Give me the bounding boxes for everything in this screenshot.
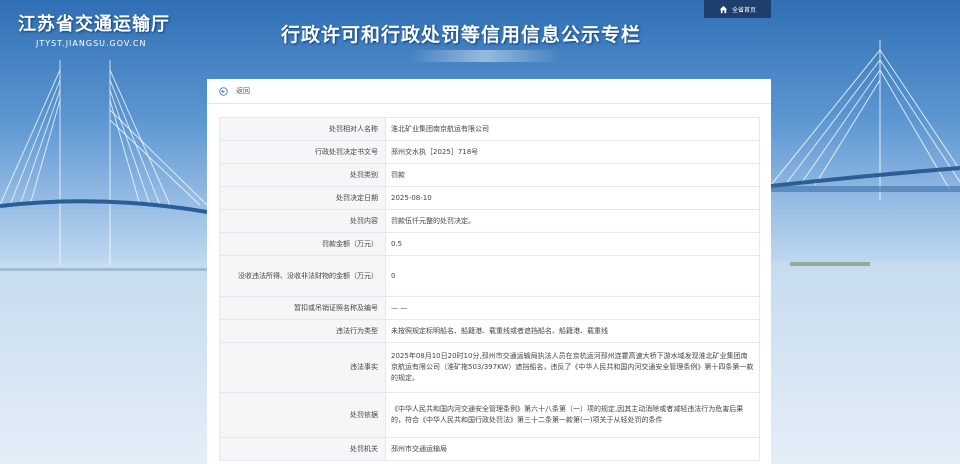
- banner-subtitle-decoration: [410, 50, 560, 62]
- site-logo[interactable]: 江苏省交通运输厅 JTYST.JIANGSU.GOV.CN: [18, 10, 188, 48]
- row-label: 处罚机关: [219, 437, 386, 461]
- table-row: 处罚决定日期 2025-08-10: [219, 186, 760, 210]
- penalty-detail-table: 处罚相对人名称 淮北矿业集团南京航运有限公司 行政处罚决定书文号 邳州交水执［2…: [219, 117, 760, 461]
- row-label: 处罚决定日期: [219, 186, 386, 210]
- row-label: 没收违法所得、没收非法财物的金额（万元）: [219, 255, 386, 297]
- row-value: 罚款伍仟元整的处罚决定。: [385, 209, 760, 233]
- row-label: 处罚相对人名称: [219, 117, 386, 141]
- detail-panel: 返回 处罚相对人名称 淮北矿业集团南京航运有限公司 行政处罚决定书文号 邳州交水…: [207, 79, 771, 464]
- back-button[interactable]: 返回: [236, 86, 250, 96]
- row-label: 处罚依据: [219, 392, 386, 438]
- table-row: 处罚内容 罚款伍仟元整的处罚决定。: [219, 209, 760, 233]
- banner-title: 行政许可和行政处罚等信用信息公示专栏: [281, 24, 642, 46]
- table-row: 行政处罚决定书文号 邳州交水执［2025］718号: [219, 140, 760, 164]
- row-label: 暂扣或吊销证照名称及编号: [219, 296, 386, 320]
- row-label: 违法行为类型: [219, 319, 386, 343]
- home-icon: [719, 5, 728, 13]
- home-link-label: 全省首页: [731, 6, 756, 14]
- back-bar: 返回: [207, 79, 771, 104]
- row-value: 2025-08-10: [385, 186, 760, 210]
- site-logo-en: JTYST.JIANGSU.GOV.CN: [36, 39, 147, 48]
- site-logo-cn: 江苏省交通运输厅: [18, 14, 170, 35]
- row-label: 罚款金额（万元）: [219, 232, 386, 256]
- table-row: 违法行为类型 未按照规定标明船名、船籍港、载重线或者遮挡船名、船籍港、载重线: [219, 319, 760, 343]
- row-label: 违法事实: [219, 342, 386, 393]
- table-row: 违法事实 2025年08月10日20时10分,邳州市交通运输局执法人员在京杭运河…: [219, 342, 760, 393]
- row-value: 罚款: [385, 163, 760, 187]
- table-row: 处罚类别 罚款: [219, 163, 760, 187]
- table-row: 暂扣或吊销证照名称及编号 — —: [219, 296, 760, 320]
- back-arrow-icon[interactable]: [219, 86, 228, 96]
- row-value: 0: [385, 255, 760, 297]
- row-value: 0.5: [385, 232, 760, 256]
- row-value: 淮北矿业集团南京航运有限公司: [385, 117, 760, 141]
- table-row: 处罚机关 邳州市交通运输局: [219, 437, 760, 461]
- row-label: 处罚类别: [219, 163, 386, 187]
- home-link[interactable]: 全省首页: [704, 0, 771, 18]
- row-value: 邳州交水执［2025］718号: [385, 140, 760, 164]
- table-row: 罚款金额（万元） 0.5: [219, 232, 760, 256]
- row-value: 邳州市交通运输局: [385, 437, 760, 461]
- row-value: 未按照规定标明船名、船籍港、载重线或者遮挡船名、船籍港、载重线: [385, 319, 760, 343]
- table-row: 处罚相对人名称 淮北矿业集团南京航运有限公司: [219, 117, 760, 141]
- row-label: 处罚内容: [219, 209, 386, 233]
- row-label: 行政处罚决定书文号: [219, 140, 386, 164]
- table-row: 处罚依据 《中华人民共和国内河交通安全管理条例》第六十八条第（一）项的规定,因其…: [219, 392, 760, 438]
- row-value: — —: [385, 296, 760, 320]
- row-value: 《中华人民共和国内河交通安全管理条例》第六十八条第（一）项的规定,因其主动消除或…: [385, 392, 760, 438]
- table-row: 没收违法所得、没收非法财物的金额（万元） 0: [219, 255, 760, 297]
- row-value: 2025年08月10日20时10分,邳州市交通运输局执法人员在京杭运河邳州连霍高…: [385, 342, 760, 393]
